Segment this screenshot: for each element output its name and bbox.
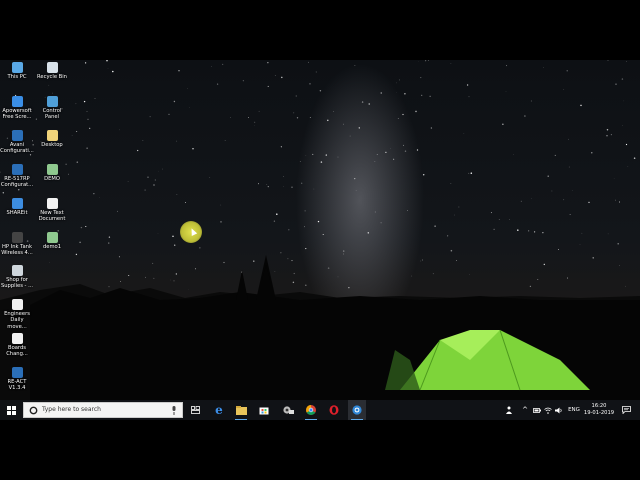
shareit-icon — [11, 198, 23, 209]
blue-app-taskbar-button[interactable] — [348, 400, 366, 420]
desktop-icon[interactable]: Engineers Daily move... — [0, 299, 34, 330]
microphone-icon[interactable] — [171, 406, 177, 415]
blue-app-icon — [352, 405, 362, 415]
desktop-icon-label: Engineers Daily move... — [4, 311, 30, 330]
store-icon — [259, 407, 269, 415]
settings-app-icon — [283, 406, 294, 414]
desktop-icon-label: This PC — [7, 74, 27, 80]
desktop-icon-label: New Text Document — [38, 210, 66, 223]
text-document-icon — [46, 198, 58, 209]
avani-config-icon — [11, 130, 23, 141]
desktop-icon[interactable]: Recycle Bin — [35, 62, 69, 80]
action-center-button[interactable] — [619, 400, 633, 420]
opera-icon — [329, 405, 339, 415]
desktop-icon-label: demo1 — [42, 244, 61, 250]
desktop-icon[interactable]: HP Ink Tank Wireless 4... — [0, 232, 34, 257]
windows-start-icon — [6, 405, 16, 415]
hp-printer-icon — [11, 232, 23, 243]
desktop-icon[interactable]: Apowersoft Free Scre... — [0, 96, 34, 121]
desktop-icon-label: RE-517RP Configurat... — [0, 176, 34, 189]
active-indicator — [235, 419, 247, 420]
volume-tray-button[interactable] — [554, 400, 564, 420]
desktop-icon[interactable]: demo1 — [35, 232, 69, 250]
notification-icon — [621, 406, 631, 414]
chrome-icon — [306, 405, 316, 415]
desktop-folder-icon — [46, 130, 58, 141]
active-indicator — [305, 419, 317, 420]
shop-supplies-icon — [11, 265, 23, 276]
desktop-icon[interactable]: Control Panel — [35, 96, 69, 121]
opera-taskbar-button[interactable] — [325, 400, 343, 420]
desktop-icon-label: HP Ink Tank Wireless 4... — [1, 244, 33, 257]
task-view-icon — [190, 406, 200, 414]
show-hidden-icons-button[interactable]: ^ — [520, 400, 530, 420]
desktop-icon[interactable]: This PC — [0, 62, 34, 80]
battery-tray-button[interactable] — [532, 400, 542, 420]
file-explorer-taskbar-button[interactable] — [232, 400, 250, 420]
search-placeholder: Type here to search — [42, 406, 101, 413]
start-button[interactable] — [2, 400, 20, 420]
engineers-doc-icon — [11, 299, 23, 310]
file-explorer-icon — [235, 405, 247, 415]
desktop-icon-label: Desktop — [41, 142, 63, 148]
task-view-button[interactable] — [187, 400, 203, 420]
recycle-bin-icon — [46, 62, 58, 73]
edge-taskbar-button[interactable]: e — [210, 400, 228, 420]
desktop-icon[interactable]: Avani Configurati... — [0, 130, 34, 155]
landscape-silhouette — [0, 255, 640, 420]
desktop-icon-label: Boards Chang... — [6, 345, 28, 358]
desktop-icon[interactable]: New Text Document — [35, 198, 69, 223]
store-taskbar-button[interactable] — [255, 400, 273, 420]
desktop-icon-label: Shop for Supplies - ... — [0, 277, 34, 290]
desktop-wallpaper — [0, 60, 640, 420]
network-tray-button[interactable] — [543, 400, 553, 420]
chrome-taskbar-button[interactable] — [302, 400, 320, 420]
language-indicator: ENG — [568, 407, 580, 413]
desktop-icon[interactable]: DEMO — [35, 164, 69, 182]
desktop-icon-label: DEMO — [44, 176, 60, 182]
desktop-icon-label: Recycle Bin — [37, 74, 67, 80]
control-panel-icon — [46, 96, 58, 107]
desktop-icon[interactable]: RE-ACT V1.3.4 — [0, 367, 34, 392]
chevron-up-icon: ^ — [522, 406, 528, 414]
input-language-button[interactable]: ENG — [566, 400, 582, 420]
desktop-icon-label: SHAREit — [6, 210, 28, 216]
desktop-icon-label: RE-ACT V1.3.4 — [7, 379, 27, 392]
people-tray-button[interactable] — [504, 400, 516, 420]
desktop-icon-label: Avani Configurati... — [0, 142, 34, 155]
boards-doc-icon — [11, 333, 23, 344]
active-indicator — [351, 419, 363, 420]
desktop-icon[interactable]: RE-517RP Configurat... — [0, 164, 34, 189]
battery-icon — [533, 407, 541, 413]
demo1-file-icon — [46, 232, 58, 243]
desktop-icon[interactable]: Desktop — [35, 130, 69, 148]
desktop-icon-label: Apowersoft Free Scre... — [2, 108, 32, 121]
clock-date: 19-01-2019 — [583, 410, 615, 416]
wifi-icon — [544, 407, 552, 414]
cortana-circle-icon — [29, 406, 38, 415]
edge-icon: e — [215, 403, 223, 417]
taskbar-search-box[interactable]: Type here to search — [23, 402, 183, 418]
people-icon — [506, 406, 512, 414]
re-act-icon — [11, 367, 23, 378]
desktop-icon[interactable]: Boards Chang... — [0, 333, 34, 358]
this-pc-icon — [11, 62, 23, 73]
desktop-icon[interactable]: SHAREit — [0, 198, 34, 216]
demo-file-icon — [46, 164, 58, 175]
clock-time: 16:20 — [591, 403, 607, 409]
desktop-icon[interactable]: Shop for Supplies - ... — [0, 265, 34, 290]
settings-app-taskbar-button[interactable] — [279, 400, 297, 420]
apowersoft-icon — [11, 96, 23, 107]
desktop-icon-label: Control Panel — [42, 108, 62, 121]
speaker-icon — [555, 407, 562, 413]
taskbar-clock[interactable]: 16:20 19-01-2019 — [582, 403, 616, 417]
re517rp-config-icon — [11, 164, 23, 175]
